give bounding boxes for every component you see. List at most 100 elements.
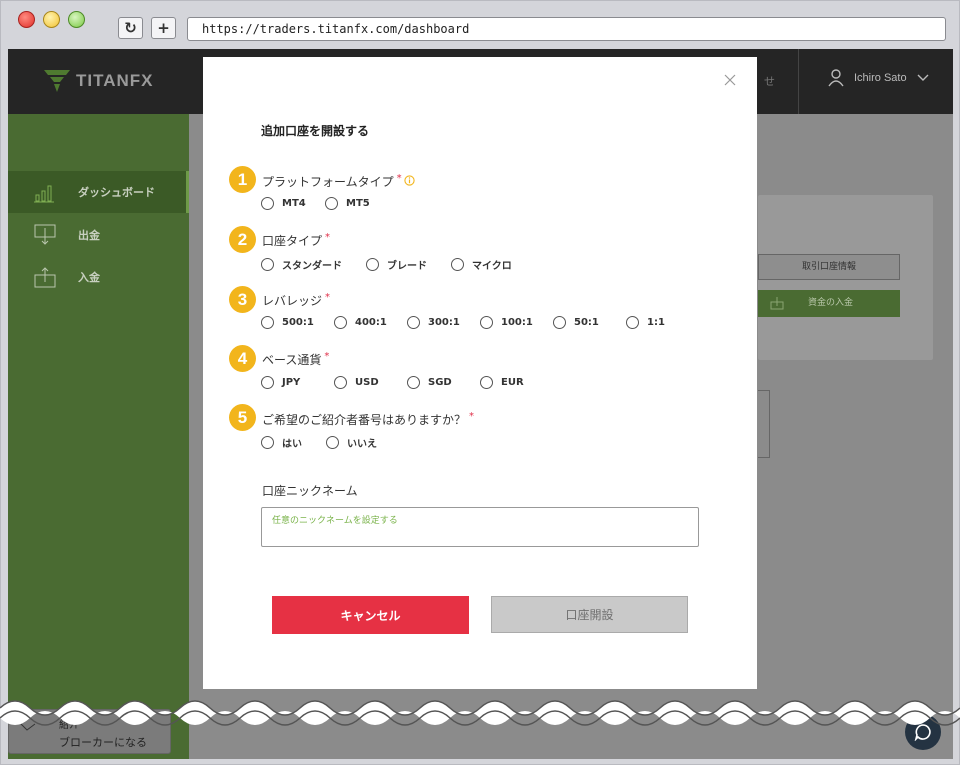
navbar-divider [798,49,799,114]
background-panel [758,390,770,458]
radio-account-blade[interactable]: ブレード [366,257,427,272]
option-label: 100:1 [501,317,533,328]
option-label: 500:1 [282,317,314,328]
nav-item-partial[interactable]: せ [764,73,775,89]
deposit-funds-button[interactable]: 資金の入金 [758,290,900,317]
titan-logo-icon [44,70,70,92]
option-label: USD [355,377,379,388]
required-mark: * [469,411,475,422]
window-close-button[interactable] [18,11,35,28]
radio-account-standard[interactable]: スタンダード [261,257,342,272]
nickname-label: 口座ニックネーム [262,484,358,498]
step-number: 3 [229,286,256,313]
reload-button[interactable]: ↻ [118,17,143,39]
radio-circle[interactable] [334,316,347,329]
logo-text: TITANFX [76,71,154,90]
question-label: 口座タイプ * [262,232,330,249]
open-account-button[interactable]: 口座開設 [491,596,688,633]
step-number: 2 [229,226,256,253]
deposit-icon [34,267,56,288]
sidebar-item-dashboard[interactable]: ダッシュボード [8,171,189,213]
question-text: ベース通貨 [262,353,322,367]
radio-leverage-400[interactable]: 400:1 [334,316,387,329]
radio-currency-eur[interactable]: EUR [480,376,524,389]
torn-edge-decoration [0,700,960,726]
required-mark: * [324,351,330,362]
radio-circle[interactable] [480,316,493,329]
radio-circle[interactable] [480,376,493,389]
radio-circle[interactable] [261,316,274,329]
question-text: プラットフォームタイプ [262,175,394,189]
option-label: ブレード [387,261,427,272]
sidebar-item-withdraw[interactable]: 出金 [8,214,189,256]
question-label: ベース通貨 * [262,351,329,368]
radio-circle[interactable] [326,436,339,449]
radio-leverage-300[interactable]: 300:1 [407,316,460,329]
required-mark: * [396,173,402,184]
cancel-button[interactable]: キャンセル [272,596,469,634]
radio-circle[interactable] [366,258,379,271]
option-label: マイクロ [472,261,512,272]
open-account-modal [203,57,757,689]
radio-leverage-1[interactable]: 1:1 [626,316,665,329]
question-text: ご希望のご紹介者番号はありますか？ [262,413,467,427]
sidebar-item-label: 入金 [78,271,100,284]
radio-leverage-50[interactable]: 50:1 [553,316,599,329]
question-label: プラットフォームタイプ * [262,173,415,190]
option-label: いいえ [347,439,377,450]
option-label: MT4 [282,198,306,209]
radio-circle[interactable] [407,376,420,389]
radio-referral-no[interactable]: いいえ [326,435,377,450]
radio-referral-yes[interactable]: はい [261,435,302,450]
option-label: はい [282,439,302,450]
question-label: ご希望のご紹介者番号はありますか？ * [262,411,474,428]
new-tab-button[interactable]: + [151,17,176,39]
radio-circle[interactable] [334,376,347,389]
question-text: レバレッジ [262,294,323,308]
radio-circle[interactable] [553,316,566,329]
broker-line2: ブローカーになる [59,736,147,749]
radio-leverage-100[interactable]: 100:1 [480,316,533,329]
radio-platform-mt4[interactable]: MT4 [261,197,306,210]
browser-toolbar: ↻ + https://traders.titanfx.com/dashboar… [1,1,959,49]
radio-circle[interactable] [261,197,274,210]
radio-circle[interactable] [261,376,274,389]
bar-chart-icon [34,185,54,203]
radio-circle[interactable] [261,258,274,271]
modal-title: 追加口座を開設する [261,124,370,138]
radio-currency-sgd[interactable]: SGD [407,376,452,389]
radio-currency-usd[interactable]: USD [334,376,379,389]
radio-circle[interactable] [325,197,338,210]
user-menu[interactable]: Ichiro Sato [828,69,929,87]
required-mark: * [325,292,331,303]
address-bar[interactable]: https://traders.titanfx.com/dashboard [187,17,946,41]
option-label: MT5 [346,198,370,209]
account-info-button[interactable]: 取引口座情報 [758,254,900,280]
window-minimize-button[interactable] [43,11,60,28]
option-label: スタンダード [282,261,342,272]
radio-account-micro[interactable]: マイクロ [451,257,512,272]
nickname-input[interactable] [261,507,699,547]
user-icon [828,69,844,87]
deposit-funds-label: 資金の入金 [808,298,854,308]
sidebar-item-deposit[interactable]: 入金 [8,256,189,298]
option-label: 50:1 [574,317,599,328]
option-label: 300:1 [428,317,460,328]
option-label: JPY [282,377,301,388]
step-number: 1 [229,166,256,193]
titanfx-logo[interactable]: TITANFX [44,67,154,95]
chevron-down-icon [917,74,929,81]
radio-currency-jpy[interactable]: JPY [261,376,300,389]
close-icon[interactable] [722,72,738,88]
radio-circle[interactable] [261,436,274,449]
radio-leverage-500[interactable]: 500:1 [261,316,314,329]
sidebar-item-label: 出金 [78,229,100,242]
window-maximize-button[interactable] [68,11,85,28]
option-label: 400:1 [355,317,387,328]
radio-platform-mt5[interactable]: MT5 [325,197,370,210]
radio-circle[interactable] [626,316,639,329]
info-icon[interactable] [404,175,415,186]
radio-circle[interactable] [451,258,464,271]
radio-circle[interactable] [407,316,420,329]
sidebar-item-label: ダッシュボード [78,186,155,199]
